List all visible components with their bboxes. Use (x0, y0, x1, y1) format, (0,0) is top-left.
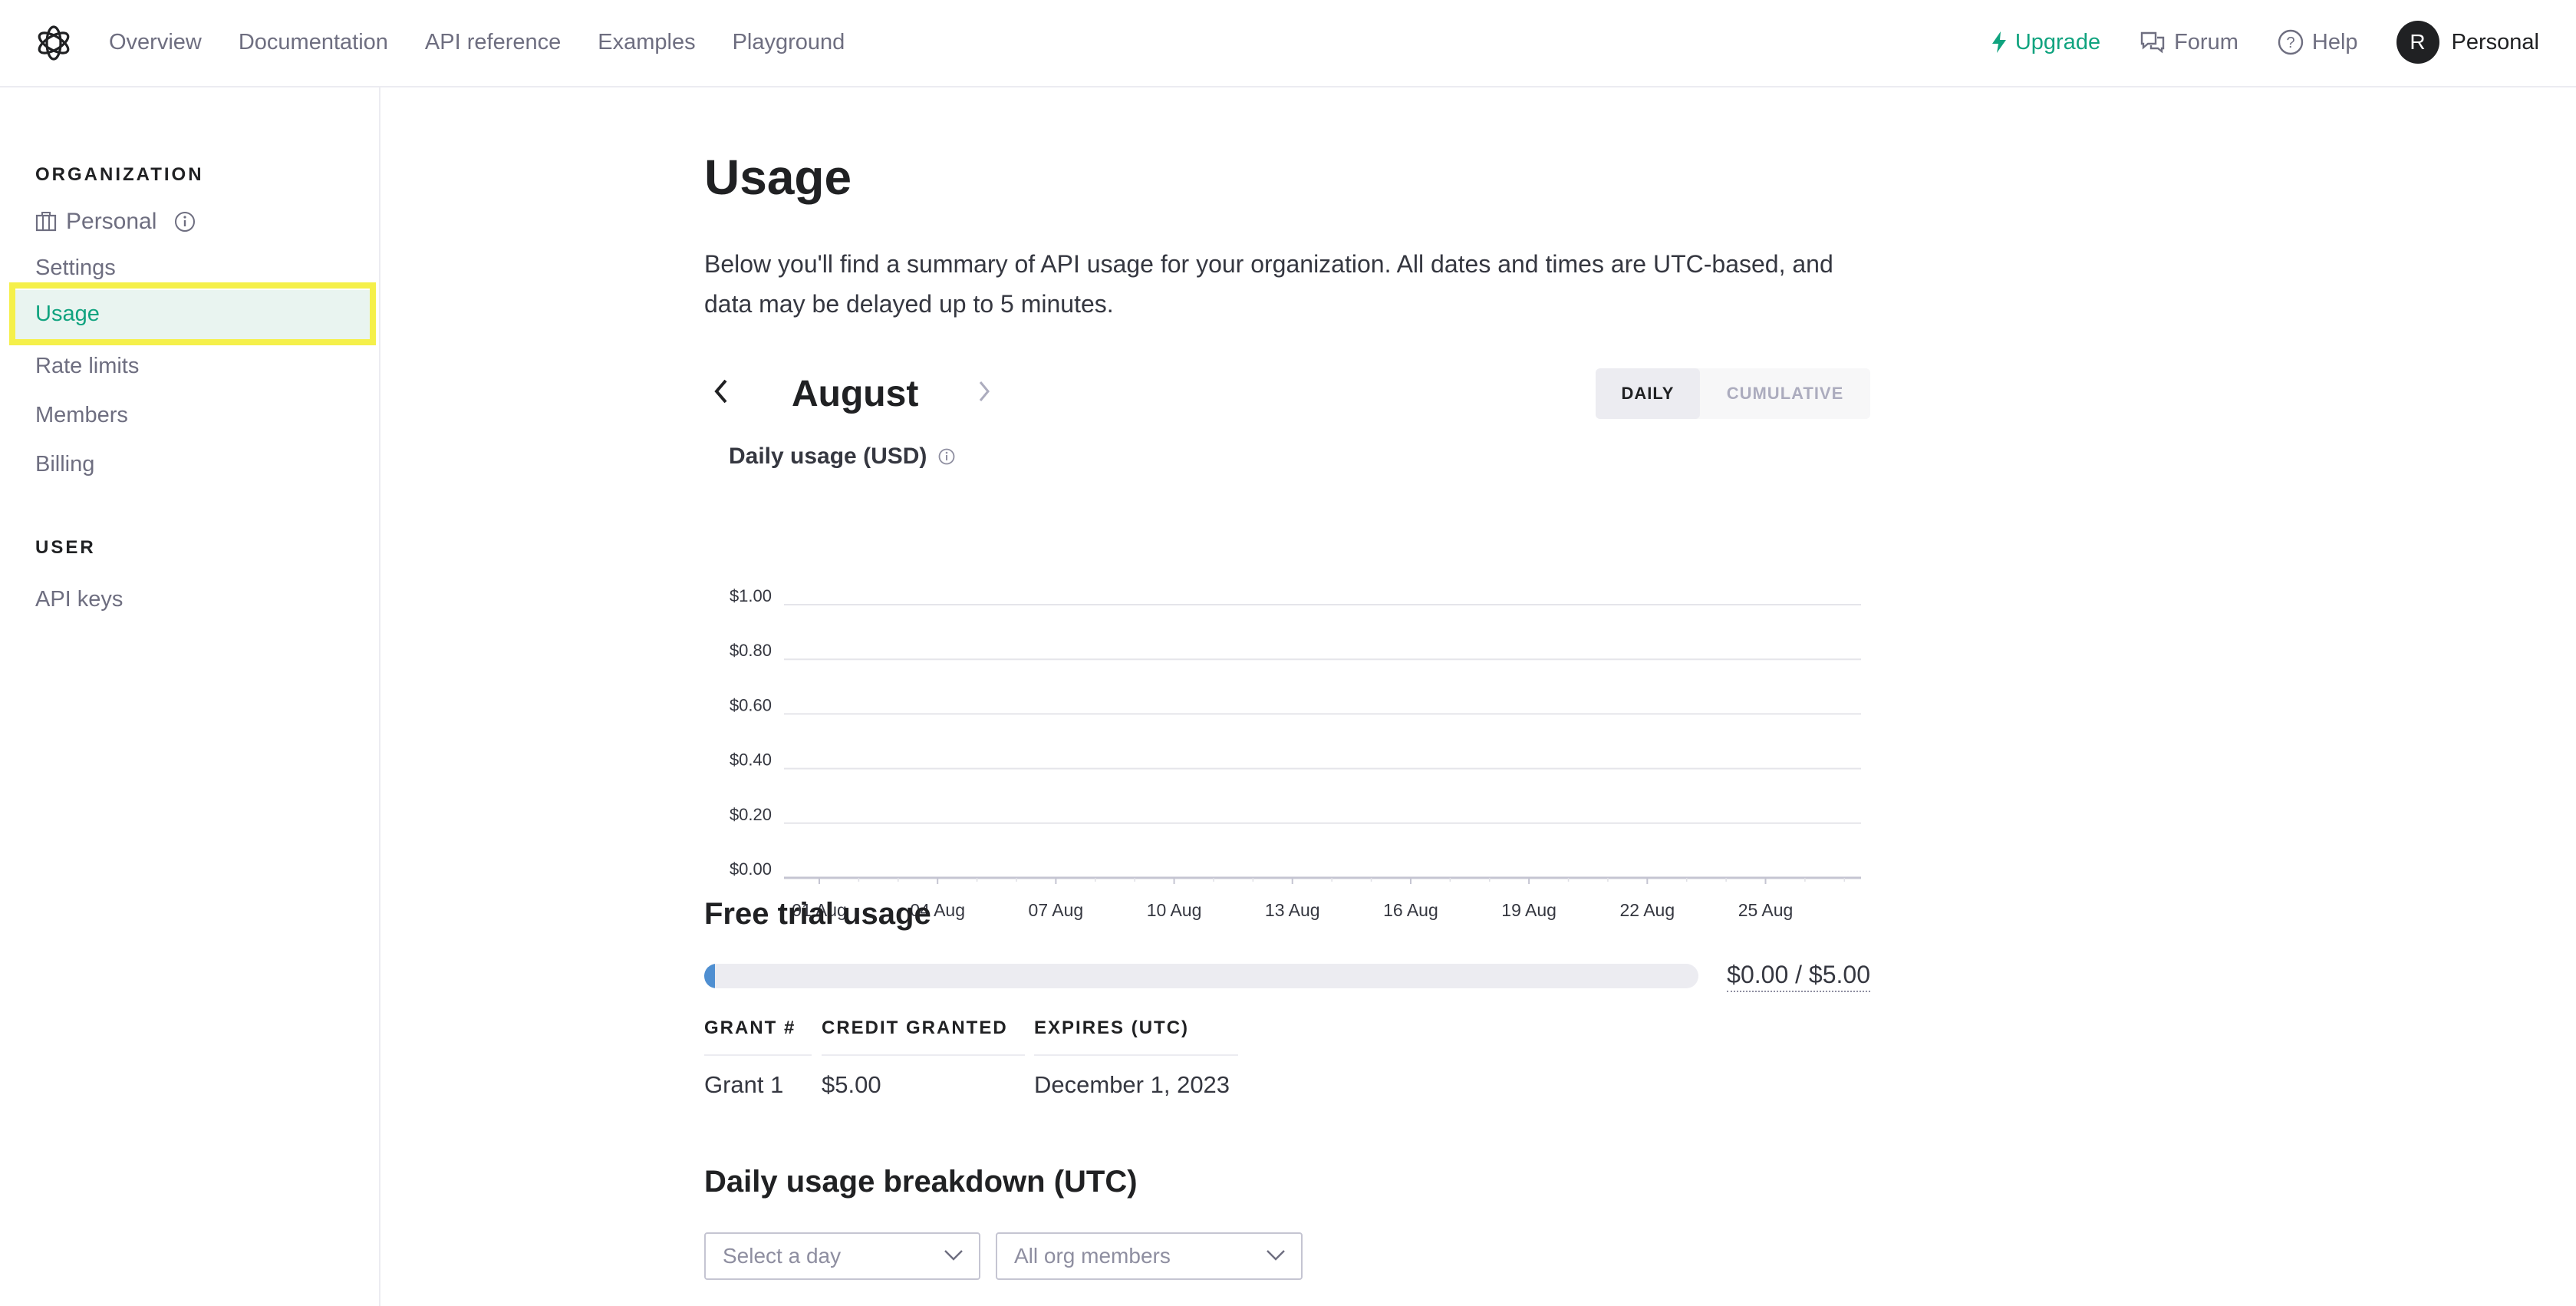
forum-label: Forum (2174, 29, 2238, 54)
credit-cell: $5.00 (822, 1071, 881, 1098)
daily-usage-chart: $0.00$0.20$0.40$0.60$0.80$1.0001 Aug 04 A… (730, 586, 1861, 920)
y-tick-label: $0.00 (730, 859, 772, 879)
nav-api-reference[interactable]: API reference (425, 30, 561, 55)
chevron-down-icon (944, 1250, 963, 1261)
user-section-title: USER (35, 537, 96, 558)
chevron-left-icon[interactable] (712, 378, 730, 405)
y-tick-label: $0.40 (730, 750, 772, 770)
sidebar-item-api-keys[interactable]: API keys (35, 587, 123, 612)
building-icon (35, 212, 57, 232)
table-rule (1034, 1054, 1238, 1056)
avatar: R (2396, 21, 2439, 64)
column-header-grant: GRANT # (704, 1017, 796, 1038)
x-tick-label: 19 Aug (1501, 900, 1556, 920)
top-navigation-bar: Overview Documentation API reference Exa… (0, 0, 2576, 87)
upgrade-link[interactable]: Upgrade (1991, 30, 2100, 55)
x-tick-label: 13 Aug (1265, 900, 1320, 920)
chevron-down-icon (1267, 1250, 1285, 1261)
chevron-right-icon[interactable] (976, 378, 994, 405)
info-icon[interactable] (937, 447, 956, 466)
organization-section-title: ORGANIZATION (35, 164, 204, 185)
column-header-expires: EXPIRES (UTC) (1034, 1017, 1190, 1038)
free-trial-progress-bar (704, 964, 1698, 988)
account-name: Personal (2451, 29, 2539, 54)
toggle-daily[interactable]: DAILY (1596, 368, 1700, 419)
x-tick-label: 07 Aug (1029, 900, 1084, 920)
x-tick-label: 10 Aug (1147, 900, 1202, 920)
account-menu[interactable]: R Personal (2396, 21, 2539, 64)
column-header-credit: CREDIT GRANTED (822, 1017, 1008, 1038)
forum-link[interactable]: Forum (2139, 30, 2238, 55)
member-select[interactable]: All org members (996, 1232, 1303, 1280)
upgrade-label: Upgrade (2014, 29, 2101, 54)
chat-bubbles-icon (2140, 31, 2165, 54)
member-select-value: All org members (1014, 1244, 1171, 1268)
openai-logo-icon[interactable] (34, 23, 74, 63)
chart-title: Daily usage (USD) (729, 444, 956, 470)
account-nav: Upgrade Forum ? Help R Personal (1991, 0, 2539, 84)
sidebar-item-members[interactable]: Members (35, 403, 128, 428)
nav-overview[interactable]: Overview (109, 30, 202, 55)
info-icon[interactable] (173, 210, 196, 233)
x-tick-label: 25 Aug (1738, 900, 1794, 920)
y-tick-label: $0.20 (730, 805, 772, 824)
help-link[interactable]: ? Help (2277, 28, 2358, 56)
org-name: Personal (66, 209, 157, 234)
org-switcher[interactable]: Personal (35, 209, 196, 235)
question-circle-icon: ? (2278, 29, 2304, 55)
page-description: Below you'll find a summary of API usage… (704, 250, 1833, 318)
sidebar-item-settings[interactable]: Settings (35, 256, 116, 281)
nav-playground[interactable]: Playground (733, 30, 845, 55)
day-select[interactable]: Select a day (704, 1232, 980, 1280)
y-tick-label: $1.00 (730, 586, 772, 605)
nav-examples[interactable]: Examples (598, 30, 695, 55)
y-tick-label: $0.60 (730, 695, 772, 714)
chart-title-label: Daily usage (USD) (729, 444, 927, 469)
daily-cumulative-toggle: DAILY CUMULATIVE (1596, 368, 1870, 419)
month-navigator: August DAILY CUMULATIVE (704, 361, 1870, 422)
page-title: Usage (704, 150, 852, 205)
table-rule (704, 1054, 812, 1056)
expires-cell: December 1, 2023 (1034, 1071, 1230, 1098)
sidebar-item-rate-limits[interactable]: Rate limits (35, 354, 139, 379)
day-select-placeholder: Select a day (723, 1244, 842, 1268)
free-trial-heading: Free trial usage (704, 897, 931, 931)
x-tick-label: 16 Aug (1383, 900, 1438, 920)
table-rule (822, 1054, 1025, 1056)
grant-cell: Grant 1 (704, 1071, 784, 1098)
help-label: Help (2311, 29, 2358, 54)
free-trial-amount[interactable]: $0.00 / $5.00 (1727, 961, 1870, 992)
sidebar: ORGANIZATION Personal Settings Usage Rat… (0, 87, 380, 1306)
current-month: August (792, 374, 919, 414)
x-tick-label: 22 Aug (1620, 900, 1675, 920)
svg-text:?: ? (2286, 35, 2294, 51)
main-nav: Overview Documentation API reference Exa… (109, 0, 845, 84)
breakdown-heading: Daily usage breakdown (UTC) (704, 1165, 1138, 1199)
free-trial-progress-fill (704, 964, 715, 988)
sidebar-item-billing[interactable]: Billing (35, 452, 94, 477)
nav-documentation[interactable]: Documentation (239, 30, 388, 55)
y-tick-label: $0.80 (730, 641, 772, 660)
highlight-annotation (9, 282, 376, 345)
lightning-icon (1991, 31, 2006, 53)
toggle-cumulative[interactable]: CUMULATIVE (1700, 368, 1870, 419)
